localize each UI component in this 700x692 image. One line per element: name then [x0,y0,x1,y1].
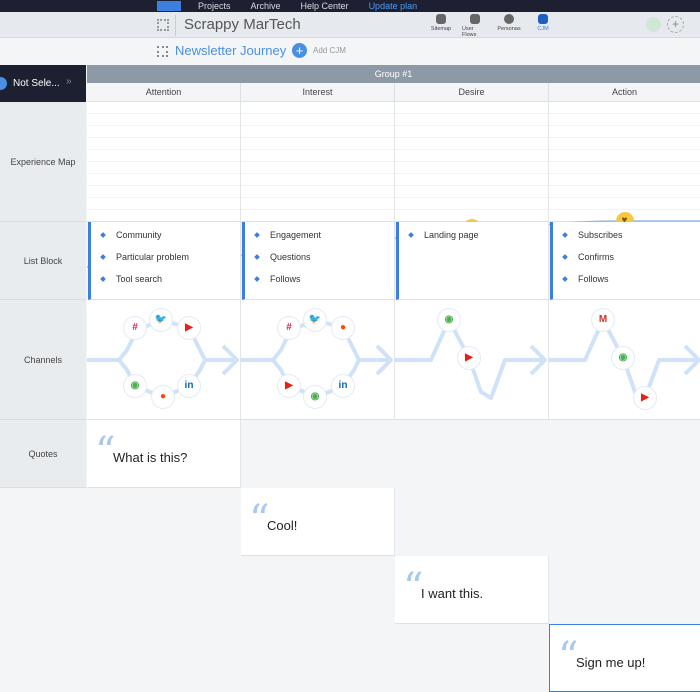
experience-cell[interactable] [395,102,549,222]
slack-icon[interactable]: # [123,316,147,340]
slack-icon[interactable]: # [277,316,301,340]
quote-text: Sign me up! [576,655,646,670]
youtube-icon[interactable]: ▶ [633,386,657,410]
tool-label: Sitemap [430,26,452,32]
experience-cell[interactable] [241,102,395,222]
list-item[interactable]: Follows [255,274,394,284]
list-item[interactable]: Particular problem [101,252,240,262]
list-block[interactable]: Engagement Questions Follows [242,222,395,300]
gmail-icon[interactable]: M [591,308,615,332]
linkedin-icon[interactable]: in [331,374,355,398]
quote-mark-icon: “ [403,565,424,611]
cjm-selector[interactable]: Newsletter Journey ⌄ [175,43,301,59]
channels-cell[interactable]: # 🐦 ● ▶ ◉ in [241,300,395,420]
nav-archive[interactable]: Archive [251,1,281,11]
list-block[interactable]: Landing page [396,222,549,300]
youtube-icon[interactable]: ▶ [177,316,201,340]
row-label: Experience Map [0,102,86,222]
chrome-icon[interactable]: ◉ [437,308,461,332]
add-user-button[interactable]: + [667,16,684,33]
selector-label: Not Sele... [13,78,60,89]
chrome-icon[interactable]: ◉ [611,346,635,370]
tool-label: Personas [497,26,521,32]
list-block[interactable]: Subscribes Confirms Follows [550,222,700,300]
add-cjm-label[interactable]: Add CJM [313,46,346,55]
twitter-icon[interactable]: 🐦 [303,308,327,332]
nav-help-center[interactable]: Help Center [301,1,349,11]
project-header: Scrappy MarTech Sitemap User Flows Perso… [0,12,700,38]
project-title: Scrappy MarTech [175,15,301,36]
tool-cjm[interactable]: CJM [530,14,556,38]
list-item[interactable]: Follows [563,274,700,284]
quote-cell[interactable]: “I want this. [395,556,549,624]
quote-mark-icon: “ [558,634,579,680]
channels-cell[interactable]: # 🐦 ▶ ◉ ● in [87,300,241,420]
row-label: Quotes [0,420,86,488]
logo [157,1,181,11]
back-icon[interactable] [0,77,7,90]
nav-update-plan[interactable]: Update plan [369,1,418,11]
row-label: Channels [0,300,86,420]
linkedin-icon[interactable]: in [177,374,201,398]
experience-cell[interactable] [549,102,700,222]
quote-cell[interactable]: “Cool! [241,488,395,556]
chrome-icon[interactable]: ◉ [303,385,327,409]
quote-cell[interactable]: “What is this? [87,420,241,488]
persona-selector[interactable]: Not Sele... » [0,65,86,102]
avatar[interactable] [646,17,661,32]
row-label: List Block [0,222,86,300]
list-item[interactable]: Subscribes [563,230,700,240]
tool-label: CJM [537,26,549,32]
list-item[interactable]: Landing page [409,230,548,240]
quote-text: Cool! [267,518,298,533]
tool-sitemap[interactable]: Sitemap [428,14,454,38]
sitemap-icon [436,14,446,24]
reddit-icon[interactable]: ● [151,385,175,409]
list-item[interactable]: Questions [255,252,394,262]
reddit-icon[interactable]: ● [331,316,355,340]
quote-text: What is this? [113,450,188,465]
grid-icon[interactable] [157,19,169,31]
quote-mark-icon: “ [95,429,116,475]
expand-icon[interactable]: » [66,76,72,87]
experience-cell[interactable] [87,102,241,222]
add-cjm-button[interactable]: + [292,43,307,58]
cjm-grid-icon [157,46,168,57]
list-item[interactable]: Community [101,230,240,240]
quote-text: I want this. [421,586,484,601]
youtube-icon[interactable]: ▶ [457,346,481,370]
tool-label: User Flows [462,26,477,38]
quote-cell[interactable]: “Sign me up! [549,624,700,692]
list-block[interactable]: Community Particular problem Tool search [88,222,241,300]
user-flows-icon [470,14,480,24]
group-header[interactable]: Group #1 [87,65,700,83]
stage-header[interactable]: Action [549,83,700,102]
channels-cell[interactable]: M ◉ ▶ [549,300,700,420]
personas-icon [504,14,514,24]
twitter-icon[interactable]: 🐦 [149,308,173,332]
channels-cell[interactable]: ◉ ▶ [395,300,549,420]
list-item[interactable]: Confirms [563,252,700,262]
cjm-icon [538,14,548,24]
stage-header[interactable]: Attention [87,83,241,102]
quote-mark-icon: “ [249,497,270,543]
cjm-bar: Newsletter Journey ⌄ + Add CJM [0,38,700,65]
top-nav-bar: Projects Archive Help Center Update plan [0,0,700,12]
youtube-icon[interactable]: ▶ [277,374,301,398]
nav-projects[interactable]: Projects [198,1,231,11]
tool-user-flows[interactable]: User Flows [462,14,488,38]
stage-header[interactable]: Interest [241,83,395,102]
list-item[interactable]: Tool search [101,274,240,284]
chrome-icon[interactable]: ◉ [123,374,147,398]
list-item[interactable]: Engagement [255,230,394,240]
tool-personas[interactable]: Personas [496,14,522,38]
stage-header[interactable]: Desire [395,83,549,102]
